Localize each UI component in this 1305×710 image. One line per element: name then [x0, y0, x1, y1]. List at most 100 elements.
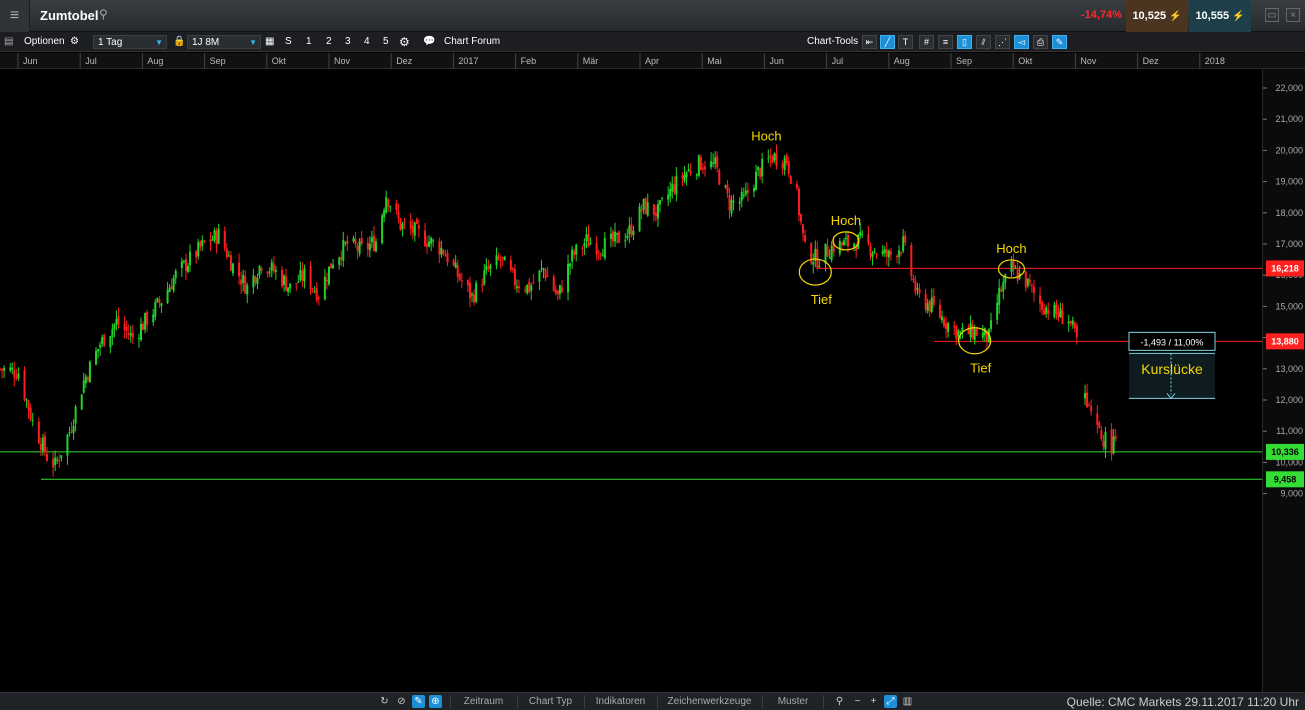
candle-body: [938, 304, 941, 318]
gap-label: Kurslücke: [1141, 361, 1203, 377]
candle-body: [726, 184, 729, 194]
layout-icon[interactable]: ▤: [4, 35, 13, 49]
shortcut-3[interactable]: 3: [345, 35, 351, 49]
candle-body: [142, 323, 145, 330]
candle-body: [853, 243, 856, 248]
interval-select[interactable]: 1 Tag ▼: [93, 35, 167, 49]
tab-muster[interactable]: Muster: [762, 695, 824, 709]
candle-body: [137, 337, 140, 339]
magnet-icon[interactable]: ⊕: [429, 695, 442, 708]
candle-body: [58, 460, 61, 462]
candle-body: [689, 171, 692, 174]
lock-icon[interactable]: 🔒: [173, 35, 185, 49]
candle-body: [755, 171, 758, 191]
candle-body: [667, 194, 670, 200]
shortcut-s[interactable]: S: [285, 35, 292, 49]
candle-body: [1014, 267, 1017, 269]
candle-body: [0, 368, 1, 370]
candle-body: [612, 231, 615, 242]
candle-body: [961, 327, 964, 332]
candle-body: [70, 430, 73, 432]
price-axis-label: 12,000: [1275, 395, 1303, 405]
candle-body: [475, 283, 478, 302]
channel-icon[interactable]: ⫽: [976, 35, 991, 49]
candle-body: [446, 252, 449, 263]
no-entry-icon[interactable]: ⊘: [395, 695, 408, 708]
close-icon[interactable]: ×: [1286, 8, 1300, 22]
tab-zeichenwerkzeuge[interactable]: Zeichenwerkzeuge: [657, 695, 761, 709]
candle-body: [818, 265, 821, 267]
shortcut-4[interactable]: 4: [364, 35, 370, 49]
crosshair-mode-icon[interactable]: ⇤: [862, 35, 877, 49]
fit-icon[interactable]: ⤢: [884, 695, 897, 708]
search-icon[interactable]: ⚲: [99, 7, 108, 21]
time-axis-label: Mär: [583, 56, 599, 66]
zoom-icon[interactable]: ⚲: [833, 695, 846, 708]
candle-body: [1045, 307, 1048, 314]
tools-settings-icon[interactable]: ✎: [1052, 35, 1067, 49]
candle-body: [160, 303, 163, 307]
annotation-label[interactable]: Tief: [811, 292, 833, 307]
eraser-icon[interactable]: ◅: [1014, 35, 1029, 49]
minimize-icon[interactable]: ▭: [1265, 8, 1279, 22]
candle-body: [1114, 436, 1117, 440]
candle-body: [332, 264, 335, 268]
trendline-icon[interactable]: ╱: [880, 35, 895, 49]
settings-gear-icon[interactable]: ⚙: [399, 35, 410, 49]
gann-icon[interactable]: ⋰: [995, 35, 1010, 49]
fibonacci-icon[interactable]: ≡: [938, 35, 953, 49]
candle-body: [54, 457, 57, 466]
range-select[interactable]: 1J 8M ▼: [187, 35, 261, 49]
tab-zeitraum[interactable]: Zeitraum: [450, 695, 516, 709]
refresh-icon[interactable]: ↻: [378, 695, 391, 708]
table-icon[interactable]: ▥: [901, 695, 914, 708]
candle-body: [468, 282, 471, 299]
annotation-label[interactable]: Hoch: [996, 241, 1026, 256]
sell-price-button[interactable]: 10,525 ⚡: [1126, 0, 1188, 32]
grid-icon[interactable]: #: [919, 35, 934, 49]
candle-body: [973, 328, 976, 340]
annotation-label[interactable]: Hoch: [751, 128, 781, 143]
candle-body: [609, 233, 612, 239]
time-axis-label: Aug: [894, 56, 910, 66]
annotation-label[interactable]: Hoch: [831, 213, 861, 228]
options-button[interactable]: Optionen: [24, 35, 65, 49]
tab-chart-typ[interactable]: Chart Typ: [517, 695, 583, 709]
horizontal-levels: [0, 267, 1262, 480]
price-chart[interactable]: Hoch Tief Hoch Tief Hoch -1,493 / 11,00% Kursl…: [0, 69, 1262, 692]
candle-body: [154, 302, 157, 317]
candle-body: [569, 263, 572, 267]
annotations: Hoch Tief Hoch Tief Hoch -1,493 / 11,00% Kursl…: [751, 128, 1216, 400]
chat-icon[interactable]: 💬: [423, 35, 435, 49]
candle-body: [499, 259, 502, 261]
zoom-out-icon[interactable]: −: [851, 695, 864, 708]
text-tool-icon[interactable]: T: [898, 35, 913, 49]
candle-body: [1098, 422, 1101, 428]
candle-body: [95, 350, 98, 365]
level-price-label: 13,880: [1271, 336, 1299, 346]
candle-body: [15, 377, 18, 379]
shortcut-1[interactable]: 1: [306, 35, 312, 49]
tab-indikatoren[interactable]: Indikatoren: [584, 695, 656, 709]
bottom-bar: ↻ ⊘ ✎ ⊕ Zeitraum Chart Typ Indikatoren Z…: [0, 692, 1305, 710]
calendar-icon[interactable]: ▦: [265, 35, 274, 49]
candle-body: [156, 298, 159, 302]
price-axis-label: 9,000: [1280, 489, 1303, 499]
candle-body: [174, 270, 177, 279]
shortcut-5[interactable]: 5: [383, 35, 389, 49]
zoom-in-icon[interactable]: +: [867, 695, 880, 708]
print-icon[interactable]: ⎙: [1033, 35, 1048, 49]
chart-forum-link[interactable]: Chart Forum: [444, 35, 500, 49]
shortcut-2[interactable]: 2: [326, 35, 332, 49]
candle-body: [389, 206, 392, 208]
menu-icon[interactable]: ≡: [0, 0, 30, 32]
candle-body: [397, 212, 400, 219]
candle-body: [644, 198, 647, 214]
pencil-icon[interactable]: ✎: [412, 695, 425, 708]
annotation-label[interactable]: Tief: [970, 361, 992, 376]
candle-body: [1057, 312, 1060, 318]
candle-icon[interactable]: ▯: [957, 35, 972, 49]
candle-body: [887, 250, 890, 258]
buy-price-button[interactable]: 10,555 ⚡: [1189, 0, 1251, 32]
gear-icon[interactable]: ⚙: [70, 35, 79, 49]
